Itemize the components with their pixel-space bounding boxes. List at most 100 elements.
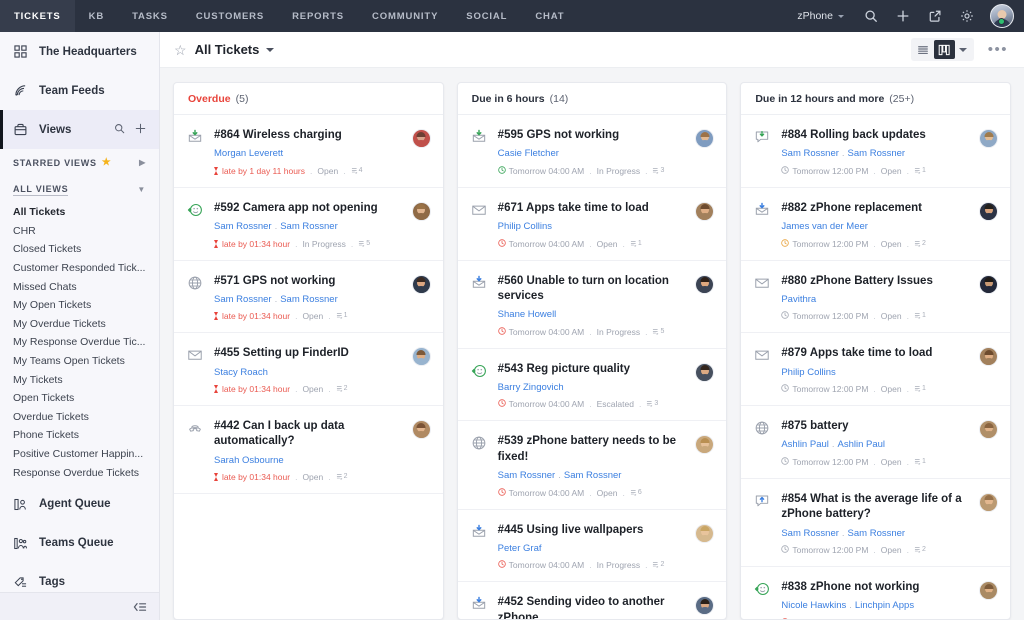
assignee-avatar[interactable]	[695, 435, 715, 455]
more-options-icon[interactable]: •••	[988, 42, 1008, 57]
assignee-avatar[interactable]	[411, 274, 431, 294]
assignee-avatar[interactable]	[411, 201, 431, 221]
card-person[interactable]: Sam Rossner	[280, 221, 338, 232]
assignee-avatar[interactable]	[411, 129, 431, 148]
top-nav-tab-tickets[interactable]: TICKETS	[0, 0, 75, 32]
views-search-icon[interactable]	[114, 123, 125, 137]
sidebar-view-item[interactable]: My Response Overdue Tic...	[0, 333, 159, 352]
view-mode-dropdown-icon[interactable]	[955, 40, 972, 59]
sidebar-item-team-feeds[interactable]: Team Feeds	[0, 71, 159, 110]
assignee-avatar[interactable]	[695, 129, 715, 148]
ticket-card[interactable]: #882 zPhone replacement James van der Mee…	[741, 188, 1011, 261]
sidebar-item-the-headquarters[interactable]: The Headquarters	[0, 32, 159, 71]
assignee-avatar[interactable]	[695, 201, 715, 221]
sidebar-view-item[interactable]: Positive Customer Happin...	[0, 445, 159, 464]
assignee-avatar[interactable]	[695, 596, 715, 616]
ticket-card[interactable]: #592 Camera app not opening Sam Rossner. S…	[174, 188, 443, 261]
collapse-sidebar-button[interactable]	[0, 592, 159, 620]
sidebar-view-item[interactable]: My Tickets	[0, 370, 159, 389]
sidebar-view-item[interactable]: My Teams Open Tickets	[0, 352, 159, 371]
sidebar-view-item[interactable]: All Tickets	[0, 203, 159, 222]
card-person[interactable]: Morgan Leverett	[214, 148, 283, 159]
all-views-section-header[interactable]: ALL VIEWS ▼	[0, 176, 159, 203]
assignee-avatar[interactable]	[695, 523, 715, 543]
card-person[interactable]: Sam Rossner	[214, 294, 272, 305]
sidebar-item-teams-queue[interactable]: Teams Queue	[0, 524, 159, 563]
page-title[interactable]: All Tickets	[195, 42, 260, 57]
assignee-avatar[interactable]	[979, 580, 999, 600]
sidebar-view-item[interactable]: Closed Tickets	[0, 240, 159, 259]
ticket-card[interactable]: #884 Rolling back updates Sam Rossner. Sam…	[741, 115, 1011, 188]
gear-icon[interactable]	[952, 0, 982, 32]
list-view-icon[interactable]	[913, 40, 934, 59]
sidebar-view-item[interactable]: CHR	[0, 222, 159, 241]
card-person[interactable]: Linchpin Apps	[855, 600, 914, 611]
assignee-avatar[interactable]	[695, 274, 715, 294]
assignee-avatar[interactable]	[979, 201, 999, 221]
card-person[interactable]: Philip Collins	[781, 367, 835, 378]
brand-selector[interactable]: zPhone	[787, 10, 854, 22]
card-person[interactable]: Sam Rossner	[848, 528, 906, 539]
card-person[interactable]: Sam Rossner	[781, 528, 839, 539]
card-person[interactable]: Sam Rossner	[498, 470, 556, 481]
ticket-card[interactable]: #455 Setting up FinderID Stacy Roach late …	[174, 333, 443, 406]
ticket-card[interactable]: #543 Reg picture quality Barry Zingovich T…	[457, 349, 727, 422]
card-person[interactable]: Sam Rossner	[214, 221, 272, 232]
card-person[interactable]: Philip Collins	[498, 221, 552, 232]
assignee-avatar[interactable]	[979, 420, 999, 439]
card-person[interactable]: Shane Howell	[498, 309, 557, 320]
assignee-avatar[interactable]	[411, 347, 431, 367]
card-person[interactable]: Stacy Roach	[214, 367, 268, 378]
ticket-card[interactable]: #539 zPhone battery needs to be fixed! Sa…	[457, 421, 727, 510]
sidebar-view-item[interactable]: My Overdue Tickets	[0, 315, 159, 334]
sidebar-view-item[interactable]: Phone Tickets	[0, 426, 159, 445]
card-person[interactable]: Ashlin Paul	[838, 439, 886, 450]
favorite-star-icon[interactable]: ☆	[174, 43, 187, 57]
chevron-down-icon[interactable]	[266, 47, 275, 52]
top-nav-tab-social[interactable]: SOCIAL	[452, 0, 521, 32]
sidebar-item-views[interactable]: Views	[0, 110, 159, 149]
ticket-card[interactable]: #854 What is the average life of a zPhon…	[741, 479, 1011, 567]
card-person[interactable]: Pavithra	[781, 294, 816, 305]
sidebar-view-item[interactable]: Missed Chats	[0, 277, 159, 296]
ticket-card[interactable]: #671 Apps take time to load Philip Collin…	[457, 188, 727, 261]
card-person[interactable]: Sam Rossner	[280, 294, 338, 305]
top-nav-tab-customers[interactable]: CUSTOMERS	[182, 0, 278, 32]
card-person[interactable]: Sam Rossner	[848, 148, 906, 159]
ticket-card[interactable]: #560 Unable to turn on location services…	[457, 261, 727, 349]
card-person[interactable]: Barry Zingovich	[498, 382, 564, 393]
sidebar-view-item[interactable]: Response Overdue Tickets	[0, 463, 159, 482]
top-nav-tab-reports[interactable]: REPORTS	[278, 0, 358, 32]
views-add-icon[interactable]	[135, 123, 146, 137]
ticket-card[interactable]: #595 GPS not working Casie Fletcher Tomorr…	[457, 115, 727, 188]
assignee-avatar[interactable]	[979, 492, 999, 512]
avatar[interactable]	[990, 4, 1014, 28]
card-person[interactable]: Sarah Osbourne	[214, 455, 284, 466]
assignee-avatar[interactable]	[979, 129, 999, 148]
starred-views-section-header[interactable]: STARRED VIEWS ★ ▶	[0, 149, 159, 176]
top-nav-tab-community[interactable]: COMMUNITY	[358, 0, 452, 32]
board-view-icon[interactable]	[933, 40, 955, 59]
sidebar-view-item[interactable]: Overdue Tickets	[0, 408, 159, 427]
assignee-avatar[interactable]	[979, 347, 999, 367]
top-nav-tab-chat[interactable]: CHAT	[521, 0, 578, 32]
assignee-avatar[interactable]	[411, 420, 431, 439]
ticket-card[interactable]: #442 Can I back up data automatically? Sa…	[174, 406, 443, 495]
card-person[interactable]: Sam Rossner	[564, 470, 622, 481]
ticket-card[interactable]: #452 Sending video to another zPhoneRaje…	[458, 582, 727, 619]
ticket-card[interactable]: #880 zPhone Battery Issues Pavithra Tomorr…	[741, 261, 1011, 334]
ticket-card[interactable]: #875 battery Ashlin Paul. Ashlin Paul Tomor…	[741, 406, 1011, 479]
sidebar-view-item[interactable]: My Open Tickets	[0, 296, 159, 315]
launch-icon[interactable]	[920, 0, 950, 32]
ticket-card[interactable]: #445 Using live wallpapers Peter Graf Tomo…	[457, 510, 727, 583]
ticket-card[interactable]: #838 zPhone not working Nicole Hawkins. Li…	[741, 567, 1010, 619]
card-person[interactable]: Nicole Hawkins	[781, 600, 846, 611]
assignee-avatar[interactable]	[695, 362, 715, 382]
top-nav-tab-tasks[interactable]: TASKS	[118, 0, 182, 32]
sidebar-view-item[interactable]: Customer Responded Tick...	[0, 259, 159, 278]
card-person[interactable]: Sam Rossner	[781, 148, 839, 159]
ticket-card[interactable]: #879 Apps take time to load Philip Collin…	[741, 333, 1011, 406]
assignee-avatar[interactable]	[979, 274, 999, 294]
sidebar-view-item[interactable]: Open Tickets	[0, 389, 159, 408]
card-person[interactable]: James van der Meer	[781, 221, 868, 232]
